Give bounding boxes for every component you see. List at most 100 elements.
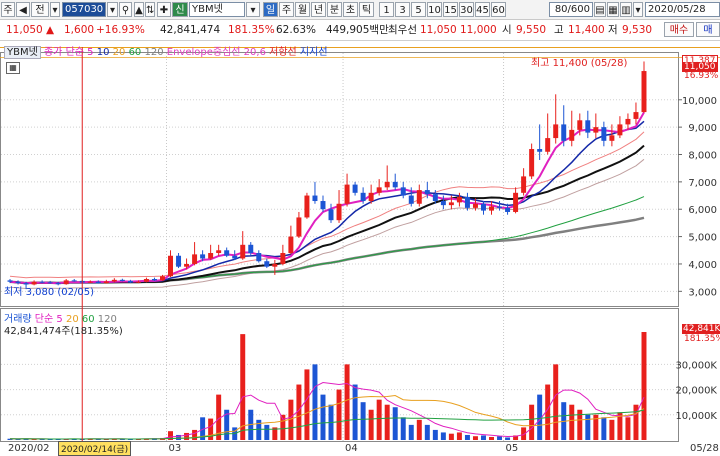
volume-bar bbox=[553, 364, 559, 440]
sell-button[interactable]: 매 bbox=[696, 22, 720, 37]
candle-body bbox=[368, 192, 374, 202]
interval-button[interactable]: 45 bbox=[475, 2, 490, 17]
volume-axis-label: 30,000K bbox=[675, 360, 717, 371]
candle-body bbox=[456, 196, 462, 203]
volume-bar bbox=[464, 434, 470, 440]
pct-badge: 16.93% bbox=[684, 71, 719, 81]
dropdown-arrow-icon[interactable]: ▾ bbox=[50, 2, 60, 17]
price-axis-label: 5,000 bbox=[688, 233, 717, 244]
bid-price: 11,000 bbox=[460, 24, 497, 36]
name-dropdown-icon[interactable]: ▾ bbox=[246, 2, 260, 17]
period-button[interactable]: 일 bbox=[263, 2, 278, 17]
candle-body bbox=[561, 124, 567, 141]
code-dropdown-icon[interactable]: ▾ bbox=[107, 2, 118, 17]
high-annotation: 최고 11,400 (05/28) bbox=[531, 58, 628, 69]
volume-bar bbox=[400, 417, 406, 440]
volume-bar bbox=[472, 436, 478, 440]
volume-bar bbox=[505, 437, 511, 440]
settings-icon[interactable]: ▾ bbox=[633, 2, 643, 17]
legend-resistance: 저항선 bbox=[269, 47, 297, 58]
print-icon[interactable]: ▦ bbox=[607, 2, 619, 17]
candle-body bbox=[569, 129, 575, 141]
candle-body bbox=[127, 280, 133, 283]
period-button[interactable]: 분 bbox=[327, 2, 342, 17]
candle-body bbox=[384, 181, 390, 188]
stock-name-field[interactable]: YBM넷 bbox=[189, 2, 245, 17]
legend-ma-prefix: 종가 단순 bbox=[43, 47, 84, 58]
favorite-icon[interactable]: ✚ bbox=[157, 2, 171, 17]
lock-icon[interactable]: ▥ bbox=[620, 2, 632, 17]
legend-stock-name[interactable]: YBM넷 bbox=[4, 46, 41, 59]
period-button[interactable]: 틱 bbox=[359, 2, 374, 17]
save-icon[interactable]: ▤ bbox=[594, 2, 606, 17]
market-button[interactable]: 전 bbox=[31, 2, 49, 17]
candle-body bbox=[440, 201, 446, 206]
stock-code-input[interactable]: 057030 bbox=[62, 2, 106, 17]
interval-button[interactable]: 3 bbox=[395, 2, 410, 17]
buy-button[interactable]: 매수 bbox=[664, 22, 694, 37]
search-icon[interactable]: ⚲ bbox=[119, 2, 132, 17]
stock-type-button[interactable]: 주 bbox=[1, 2, 15, 17]
candle-body bbox=[7, 280, 13, 282]
candle-body bbox=[159, 276, 165, 281]
volume-bar bbox=[569, 404, 575, 440]
interval-button[interactable]: 1 bbox=[379, 2, 394, 17]
volume-bar bbox=[432, 429, 438, 440]
grid-toggle-icon[interactable]: ▦ bbox=[6, 62, 20, 74]
candle-body bbox=[304, 195, 310, 218]
interval-button[interactable]: 30 bbox=[459, 2, 474, 17]
volume-bar bbox=[480, 435, 486, 440]
axes: 3,000 4,000 5,000 6,000 7,000 8,000 9,000 10,00… bbox=[0, 47, 720, 453]
up-arrow-icon[interactable]: ▲ bbox=[134, 2, 144, 17]
interval-button[interactable]: 10 bbox=[427, 2, 442, 17]
interval-button[interactable]: 60 bbox=[491, 2, 506, 17]
volume-bar bbox=[609, 419, 615, 440]
volume-bar bbox=[192, 429, 198, 440]
candle-body bbox=[151, 279, 157, 281]
candle-body bbox=[617, 124, 623, 136]
candle-body bbox=[296, 217, 302, 237]
prev-button[interactable]: ◀ bbox=[16, 2, 30, 17]
up-down-icon[interactable]: ⇅ bbox=[145, 2, 155, 17]
candle-body bbox=[609, 135, 615, 141]
period-button[interactable]: 월 bbox=[295, 2, 310, 17]
period-button[interactable]: 초 bbox=[343, 2, 358, 17]
volume-bar bbox=[489, 436, 495, 440]
open-price: 9,550 bbox=[516, 24, 547, 36]
open-label: 시 bbox=[502, 24, 512, 36]
legend-ma120: 120 bbox=[144, 47, 164, 58]
volume-value-text: 42,841,474주(181.35%) bbox=[4, 326, 123, 337]
volume-bar bbox=[368, 409, 374, 440]
volume-bar bbox=[336, 389, 342, 440]
volume-bar bbox=[392, 407, 398, 440]
candle-body bbox=[328, 209, 334, 221]
low-annotation: 최저 3,080 (02/05) bbox=[4, 287, 95, 298]
candle-body bbox=[545, 138, 551, 152]
volume-bar bbox=[641, 332, 647, 440]
candle-body bbox=[71, 280, 77, 282]
date-field[interactable]: 2020/05/28 bbox=[645, 2, 720, 17]
interval-button[interactable]: 5 bbox=[411, 2, 426, 17]
ma5-line bbox=[9, 111, 645, 285]
count-field[interactable]: 80/600 bbox=[549, 2, 593, 17]
period-button[interactable]: 주 bbox=[279, 2, 294, 17]
period-button[interactable]: 년 bbox=[311, 2, 326, 17]
candle-body bbox=[344, 184, 350, 204]
date-axis-label: 03 bbox=[169, 443, 182, 453]
volume-axis-label: 20,000K bbox=[675, 386, 717, 397]
candle-body bbox=[432, 194, 438, 202]
stock-chart[interactable]: 3,000 4,000 5,000 6,000 7,000 8,000 9,000 10,00… bbox=[0, 42, 720, 453]
volume-bar bbox=[264, 424, 270, 440]
envelope-upper-line bbox=[9, 131, 645, 279]
trade-amount: 449,905백만 bbox=[326, 24, 389, 36]
low-price: 9,530 bbox=[622, 24, 653, 36]
volume-bar bbox=[184, 432, 190, 440]
candle-body bbox=[352, 184, 358, 193]
legend-support: 지지선 bbox=[299, 47, 328, 58]
date-axis-label: 2020/02 bbox=[8, 443, 50, 453]
candle-body bbox=[593, 127, 599, 133]
interval-button[interactable]: 15 bbox=[443, 2, 458, 17]
volume-bar bbox=[376, 399, 382, 440]
candle-body bbox=[232, 255, 238, 259]
up-triangle-icon: ▲ bbox=[46, 24, 55, 36]
